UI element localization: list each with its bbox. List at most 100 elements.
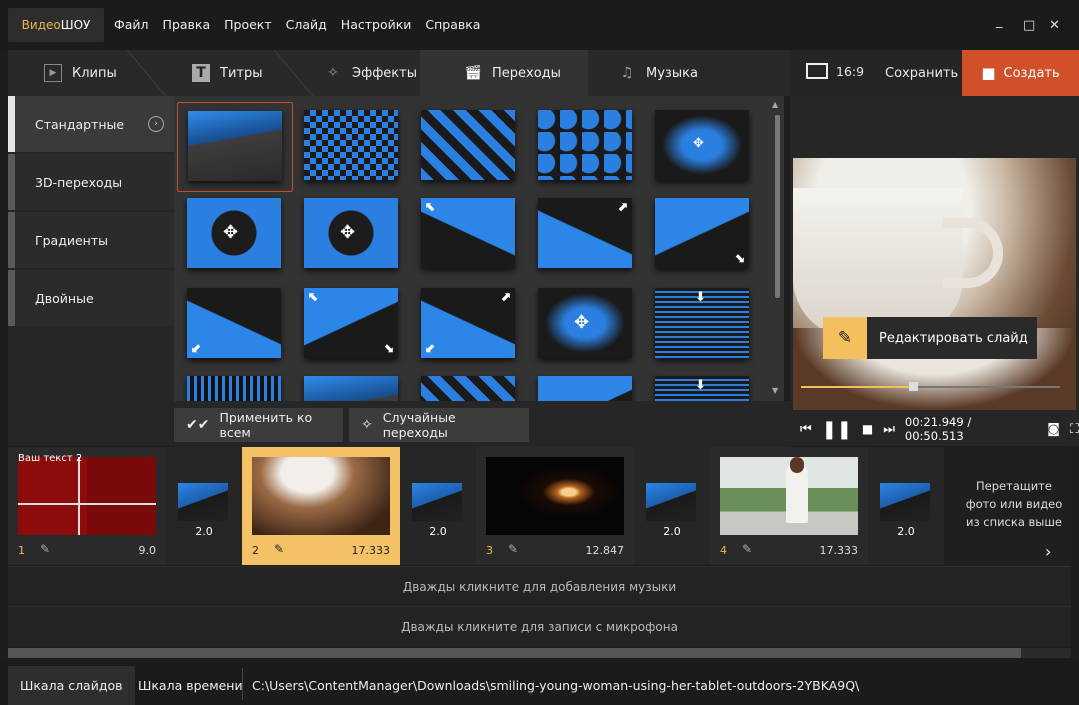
- scroll-down-icon[interactable]: ▼: [772, 386, 778, 395]
- edit-slide-button[interactable]: ✎ Редактировать слайд: [823, 317, 1037, 359]
- transition-thumb[interactable]: ⬉: [411, 190, 527, 280]
- timeline-slide[interactable]: 3 ✎ 12.847: [476, 447, 634, 565]
- transition-thumb[interactable]: ⬈ ⬋: [411, 280, 527, 370]
- sidebar-item-double[interactable]: Двойные: [8, 270, 174, 326]
- timeline-slide[interactable]: Ваш текст 2 1 ✎ 9.0: [8, 447, 166, 565]
- apply-all-button[interactable]: ✔✔ Применить ко всем: [174, 408, 343, 442]
- tab-time-scale[interactable]: Шкала времени: [126, 666, 255, 705]
- menu-bar: Файл Правка Проект Слайд Настройки Справ…: [114, 17, 480, 32]
- transition-thumb[interactable]: [294, 368, 410, 401]
- transition-actions: ✔✔ Применить ко всем ✧ Случайные переход…: [174, 401, 790, 447]
- arrow-diagonal-icon: ⬊: [383, 341, 394, 356]
- edit-slide-label: Редактировать слайд: [879, 330, 1028, 346]
- menu-edit[interactable]: Правка: [163, 17, 211, 32]
- transition-thumb[interactable]: ⬉ ⬊: [294, 280, 410, 370]
- scroll-up-icon[interactable]: ▲: [772, 100, 778, 109]
- transition-thumb[interactable]: [177, 368, 293, 401]
- transition-thumb[interactable]: ⬊: [645, 190, 761, 280]
- pencil-icon[interactable]: ✎: [274, 542, 284, 556]
- transition-thumb[interactable]: [411, 102, 527, 192]
- transition-thumb[interactable]: [411, 368, 527, 401]
- seek-slider[interactable]: [801, 382, 1060, 391]
- timeline-transition[interactable]: 2.0: [868, 447, 944, 565]
- seek-progress: [801, 386, 914, 388]
- transition-thumbnail: [880, 483, 930, 521]
- stop-icon[interactable]: ■: [862, 422, 873, 436]
- snapshot-icon[interactable]: ◙: [1047, 422, 1060, 437]
- seek-knob[interactable]: [909, 382, 919, 391]
- tab-slide-scale[interactable]: Шкала слайдов: [8, 666, 135, 705]
- transition-thumb[interactable]: [294, 102, 410, 192]
- sidebar-item-label: Двойные: [35, 290, 94, 306]
- save-button[interactable]: Сохранить: [885, 66, 958, 81]
- music-track[interactable]: Дважды кликните для добавления музыки: [8, 566, 1071, 606]
- tab-music[interactable]: ♫ Музыка: [618, 50, 698, 96]
- menu-file[interactable]: Файл: [114, 17, 149, 32]
- mic-track[interactable]: Дважды кликните для записи с микрофона: [8, 606, 1071, 646]
- tab-transitions[interactable]: 🎬︎ Переходы: [420, 50, 588, 96]
- minimize-icon[interactable]: _: [996, 14, 1003, 29]
- chevron-right-icon[interactable]: ›: [1045, 542, 1051, 561]
- aspect-ratio-button[interactable]: 16:9: [806, 63, 864, 79]
- monitor-icon: [806, 63, 828, 79]
- slide-duration: 12.847: [585, 544, 625, 557]
- sidebar-item-3d[interactable]: 3D-переходы: [8, 154, 174, 210]
- grid-scrollbar[interactable]: ▲ ▼: [772, 100, 782, 400]
- arrows-out-icon: ✥: [223, 222, 239, 243]
- tab-clips[interactable]: ▶ Клипы: [44, 50, 117, 96]
- scroll-thumb[interactable]: [775, 114, 780, 298]
- timeline-transition[interactable]: 2.0: [634, 447, 710, 565]
- slide-duration: 17.333: [819, 544, 859, 557]
- timeline-transition[interactable]: 2.0: [166, 447, 242, 565]
- transition-thumb[interactable]: [528, 368, 644, 401]
- menu-settings[interactable]: Настройки: [341, 17, 412, 32]
- transition-thumb[interactable]: ✥: [294, 190, 410, 280]
- transition-thumb[interactable]: [177, 102, 293, 192]
- timeline-slide[interactable]: 2 ✎ 17.333: [242, 447, 400, 565]
- transition-thumb[interactable]: ⬇: [645, 280, 761, 370]
- menu-help[interactable]: Справка: [425, 17, 480, 32]
- timeline-scrollbar[interactable]: [8, 648, 1071, 658]
- arrow-diagonal-icon: ⬉: [425, 200, 436, 215]
- tab-label: Музыка: [646, 65, 698, 81]
- arrow-diagonal-icon: ⬉: [308, 290, 319, 305]
- tab-effects[interactable]: ✧ Эффекты: [324, 50, 417, 96]
- transition-duration: 2.0: [897, 525, 915, 538]
- fullscreen-icon[interactable]: ⛶: [1070, 422, 1079, 437]
- pause-icon[interactable]: ❚❚: [822, 419, 852, 440]
- pencil-icon[interactable]: ✎: [40, 542, 50, 556]
- create-button[interactable]: ■ Создать: [962, 50, 1079, 96]
- pencil-icon[interactable]: ✎: [742, 542, 752, 556]
- maximize-icon[interactable]: □: [1023, 18, 1035, 33]
- clapperboard-icon: 🎬︎: [464, 65, 482, 81]
- transition-thumb[interactable]: ✥: [645, 102, 761, 192]
- menu-project[interactable]: Проект: [224, 17, 272, 32]
- arrow-down-icon: ⬇: [695, 378, 706, 393]
- time-current: 00:21.949: [904, 415, 964, 429]
- transition-thumbnail: [646, 483, 696, 521]
- timeline-slide[interactable]: 4 ✎ 17.333: [710, 447, 868, 565]
- tab-titles[interactable]: T Титры: [192, 50, 262, 96]
- transition-thumb[interactable]: ⬇: [645, 368, 761, 401]
- slide-overlay-text: Ваш текст 2: [18, 453, 83, 464]
- random-transitions-button[interactable]: ✧ Случайные переходы: [349, 408, 529, 442]
- timeline-transition[interactable]: 2.0: [400, 447, 476, 565]
- tab-label: Переходы: [492, 65, 561, 81]
- sidebar-item-standard[interactable]: Стандартные ›: [8, 96, 174, 152]
- mic-track-hint: Дважды кликните для записи с микрофона: [401, 619, 678, 634]
- timeline-scroll-thumb[interactable]: [8, 648, 1021, 658]
- magic-wand-icon: ✧: [327, 65, 339, 81]
- transition-thumb[interactable]: ✥: [177, 190, 293, 280]
- transition-thumb[interactable]: ⬋: [177, 280, 293, 370]
- close-icon[interactable]: ✕: [1049, 18, 1060, 33]
- transition-thumb[interactable]: ✥: [528, 280, 644, 370]
- pencil-icon[interactable]: ✎: [508, 542, 518, 556]
- previous-icon[interactable]: ⏮: [800, 422, 812, 437]
- transition-thumb[interactable]: ⬈: [528, 190, 644, 280]
- next-icon[interactable]: ⏭: [883, 422, 895, 437]
- app-logo[interactable]: Видео ШОУ: [8, 8, 104, 42]
- sidebar-item-gradients[interactable]: Градиенты: [8, 212, 174, 268]
- transition-thumb[interactable]: [528, 102, 644, 192]
- tab-label: Шкала времени: [138, 678, 243, 693]
- menu-slide[interactable]: Слайд: [286, 17, 327, 32]
